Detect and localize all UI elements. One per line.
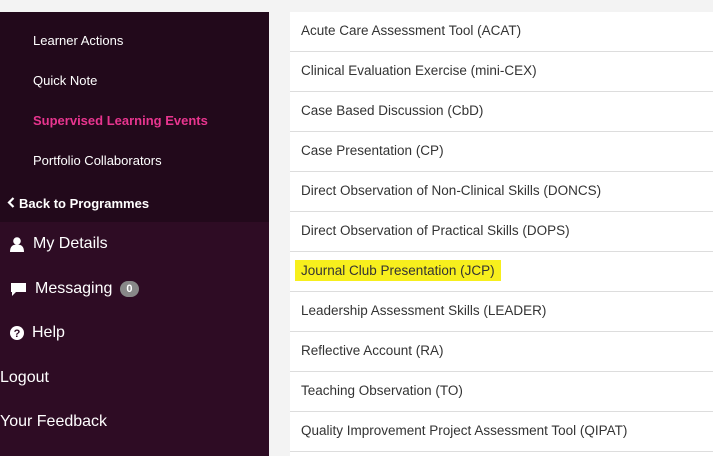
submenu-item-quick-note[interactable]: Quick Note: [33, 73, 97, 88]
list-item-dops[interactable]: Direct Observation of Practical Skills (…: [290, 212, 713, 252]
list-item-label: Direct Observation of Practical Skills (…: [301, 223, 570, 238]
list-item-ra[interactable]: Reflective Account (RA): [290, 332, 713, 372]
list-item-leader[interactable]: Leadership Assessment Skills (LEADER): [290, 292, 713, 332]
list-item-jcp[interactable]: Journal Club Presentation (JCP): [290, 252, 713, 292]
back-to-programmes-label: Back to Programmes: [19, 196, 150, 211]
list-item-label: Clinical Evaluation Exercise (mini-CEX): [301, 63, 537, 78]
nav-my-details[interactable]: My Details: [10, 235, 108, 253]
question-circle-icon: ?: [10, 326, 24, 340]
list-item-doncs[interactable]: Direct Observation of Non-Clinical Skill…: [290, 172, 713, 212]
list-item-label: Case Based Discussion (CbD): [301, 103, 484, 118]
list-item-label: Teaching Observation (TO): [301, 383, 463, 398]
chevron-left-icon: [7, 196, 15, 211]
back-to-programmes-link[interactable]: Back to Programmes: [7, 196, 149, 211]
list-item-label: Direct Observation of Non-Clinical Skill…: [301, 183, 602, 198]
nav-help[interactable]: ? Help: [10, 324, 65, 342]
list-item-to[interactable]: Teaching Observation (TO): [290, 372, 713, 412]
list-item-qipat[interactable]: Quality Improvement Project Assessment T…: [290, 412, 713, 452]
submenu-item-portfolio-collaborators[interactable]: Portfolio Collaborators: [33, 153, 162, 168]
nav-my-details-label: My Details: [33, 235, 108, 252]
portfolio-submenu: Learner Actions Quick Note Supervised Le…: [0, 12, 269, 222]
nav-your-feedback-label: Your Feedback: [0, 413, 108, 430]
list-item-acat[interactable]: Acute Care Assessment Tool (ACAT): [290, 12, 713, 52]
submenu-item-supervised-learning-events[interactable]: Supervised Learning Events: [33, 113, 208, 128]
list-item-mini-cex[interactable]: Clinical Evaluation Exercise (mini-CEX): [290, 52, 713, 92]
speech-bubble-icon: [10, 282, 27, 297]
list-item-cp[interactable]: Case Presentation (CP): [290, 132, 713, 172]
nav-logout[interactable]: Logout: [0, 369, 49, 387]
list-item-label: Reflective Account (RA): [301, 343, 444, 358]
list-item-label: Quality Improvement Project Assessment T…: [301, 423, 628, 438]
message-count-badge: 0: [120, 281, 139, 297]
nav-help-label: Help: [32, 324, 65, 341]
user-icon: [10, 236, 24, 252]
list-item-label: Case Presentation (CP): [301, 143, 444, 158]
list-item-label-highlighted: Journal Club Presentation (JCP): [295, 260, 501, 281]
submenu-item-learner-actions[interactable]: Learner Actions: [33, 33, 123, 48]
nav-logout-label: Logout: [0, 369, 49, 386]
list-item-cbd[interactable]: Case Based Discussion (CbD): [290, 92, 713, 132]
nav-your-feedback[interactable]: Your Feedback: [0, 413, 107, 431]
list-item-label: Leadership Assessment Skills (LEADER): [301, 303, 547, 318]
nav-messaging[interactable]: Messaging 0: [10, 280, 139, 298]
nav-messaging-label: Messaging: [35, 280, 113, 297]
list-item-label: Acute Care Assessment Tool (ACAT): [301, 23, 522, 38]
supervised-learning-events-list: Acute Care Assessment Tool (ACAT) Clinic…: [290, 12, 713, 456]
sidebar: Learner Actions Quick Note Supervised Le…: [0, 12, 269, 456]
svg-text:?: ?: [14, 328, 21, 340]
top-strip: [269, 0, 713, 12]
